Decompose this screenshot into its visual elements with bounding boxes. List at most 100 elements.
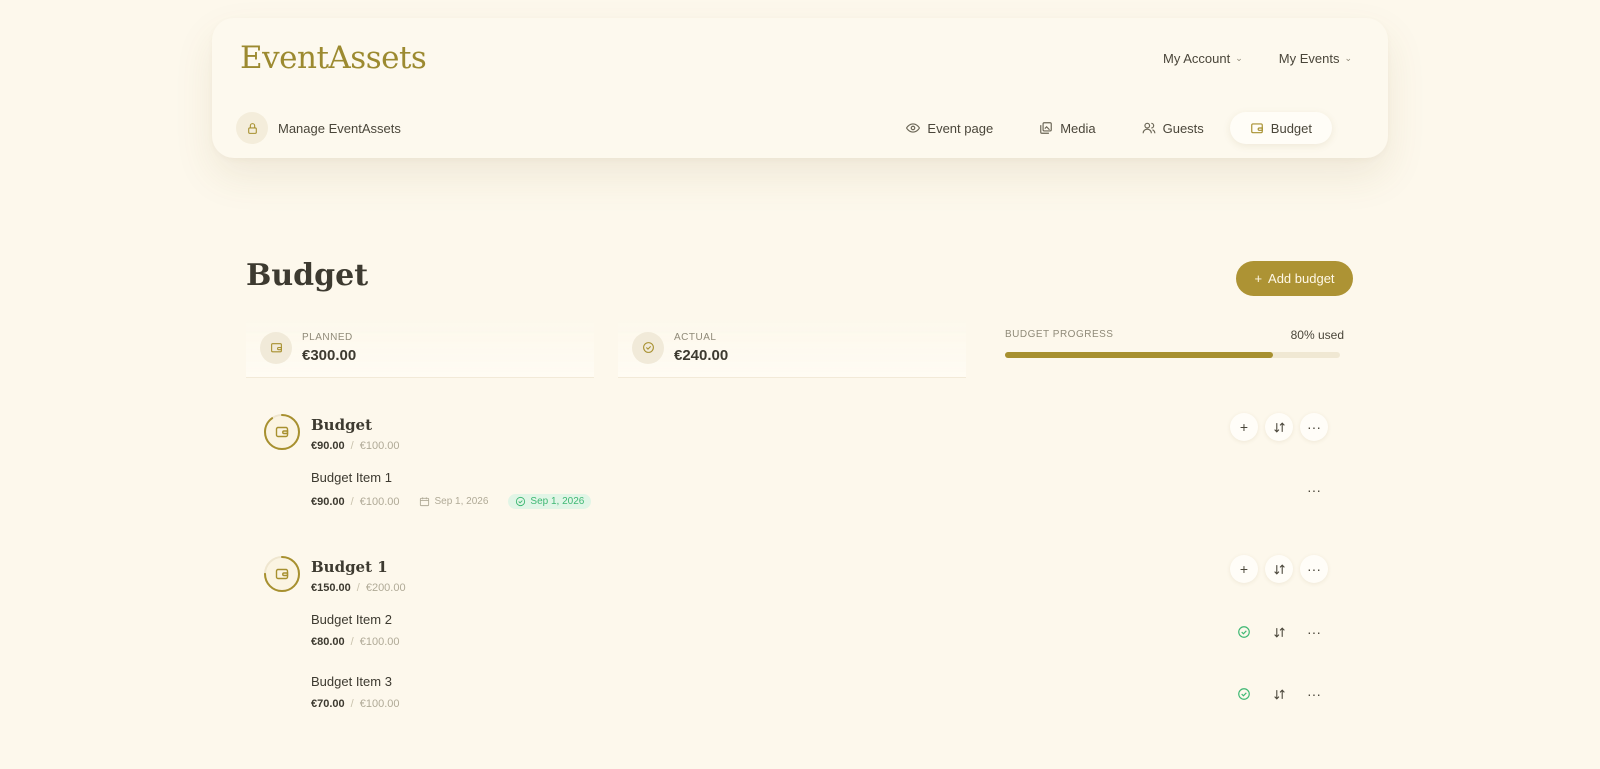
actual-stat: ACTUAL €240.00 xyxy=(618,318,966,378)
planned-amount: €100.00 xyxy=(359,440,400,452)
check-circle-icon xyxy=(516,496,526,507)
more-button[interactable]: ··· xyxy=(1300,476,1328,504)
planned-amount: €100.00 xyxy=(359,698,400,710)
budget-item-name: Budget Item 3 xyxy=(311,674,392,689)
sort-icon xyxy=(1273,421,1285,433)
mark-paid-button[interactable] xyxy=(1230,618,1258,646)
check-circle-icon xyxy=(1238,688,1250,700)
actual-amount: €150.00 xyxy=(311,582,351,594)
budget-group-name: Budget 1 xyxy=(311,558,388,576)
budget-item: Budget Item 1 €90.00/€100.00 Sep 1, 2026… xyxy=(250,458,1344,520)
sort-button[interactable] xyxy=(1265,555,1293,583)
paid-badge: Sep 1, 2026 xyxy=(508,494,592,509)
progress-used-text: 80% used xyxy=(1290,328,1344,342)
actual-value: €240.00 xyxy=(674,346,729,364)
progress-track xyxy=(1005,352,1340,358)
budget-group-amounts: €150.00/€200.00 xyxy=(311,582,406,594)
due-date: Sep 1, 2026 xyxy=(419,496,488,507)
tab-media[interactable]: Media xyxy=(1019,112,1115,144)
budget-group-amounts: €90.00/€100.00 xyxy=(311,440,400,452)
chevron-down-icon: ⌄ xyxy=(1235,53,1243,63)
budget-group-name: Budget xyxy=(311,416,373,434)
plus-icon: + xyxy=(1239,561,1249,577)
wallet-icon xyxy=(1250,121,1264,135)
media-icon xyxy=(1039,121,1053,135)
sort-button[interactable] xyxy=(1265,413,1293,441)
budget-group-actions: + ··· xyxy=(1230,413,1328,441)
page-title: Budget xyxy=(246,258,369,293)
more-icon: ··· xyxy=(1307,482,1321,498)
add-item-button[interactable]: + xyxy=(1230,413,1258,441)
more-button[interactable]: ··· xyxy=(1300,680,1328,708)
budget-group: Budget 1 €150.00/€200.00 + ··· Budget It… xyxy=(250,538,1344,724)
budget-groups: Budget €90.00/€100.00 + ··· Budget Item … xyxy=(250,396,1344,724)
more-icon: ··· xyxy=(1307,561,1321,577)
tab-label: Media xyxy=(1060,120,1096,136)
mark-paid-button[interactable] xyxy=(1230,680,1258,708)
my-account-label: My Account xyxy=(1163,51,1231,66)
tab-label: Event page xyxy=(927,120,994,136)
actual-amount: €90.00 xyxy=(311,440,345,452)
planned-amount: €100.00 xyxy=(359,495,400,508)
chevron-down-icon: ⌄ xyxy=(1344,53,1352,63)
sort-icon xyxy=(1273,563,1285,575)
budget-progress: BUDGET PROGRESS 80% used xyxy=(1005,318,1344,378)
budget-item-name: Budget Item 1 xyxy=(311,470,392,485)
sort-button[interactable] xyxy=(1265,680,1293,708)
sort-button[interactable] xyxy=(1265,618,1293,646)
app-logo[interactable]: EventAssets xyxy=(240,40,427,76)
my-events-label: My Events xyxy=(1278,51,1340,66)
planned-amount: €100.00 xyxy=(359,636,400,648)
header-card: EventAssets My Account ⌄ My Events ⌄ Man… xyxy=(212,18,1388,158)
budget-summary: PLANNED €300.00 ACTUAL €240.00 BUDGET PR… xyxy=(246,318,1344,378)
budget-progress-ring xyxy=(264,414,300,450)
top-nav: My Account ⌄ My Events ⌄ xyxy=(1163,51,1352,66)
manage-label: Manage EventAssets xyxy=(278,120,401,136)
due-date-text: Sep 1, 2026 xyxy=(434,496,489,507)
paid-date-text: Sep 1, 2026 xyxy=(530,496,585,507)
budget-group-header: Budget 1 €150.00/€200.00 + ··· xyxy=(250,538,1344,600)
progress-label: BUDGET PROGRESS xyxy=(1005,329,1114,340)
budget-item: Budget Item 3 €70.00/€100.00 ··· xyxy=(250,662,1344,724)
add-budget-button[interactable]: + Add budget xyxy=(1236,261,1353,296)
budget-group-header: Budget €90.00/€100.00 + ··· xyxy=(250,396,1344,458)
planned-label: PLANNED xyxy=(302,331,353,343)
progress-fill xyxy=(1005,352,1273,358)
tab-budget[interactable]: Budget xyxy=(1229,112,1332,144)
check-circle-icon xyxy=(1238,626,1250,638)
more-icon: ··· xyxy=(1307,624,1321,640)
budget-item-amounts: €90.00/€100.00 Sep 1, 2026 Sep 1, 2026 xyxy=(311,494,592,509)
budget-item-amounts: €80.00/€100.00 xyxy=(311,636,400,648)
more-icon: ··· xyxy=(1307,419,1321,435)
tab-label: Budget xyxy=(1270,120,1312,136)
budget-progress-ring xyxy=(264,556,300,592)
tab-label: Guests xyxy=(1162,120,1204,136)
check-circle-icon xyxy=(632,331,664,364)
sort-icon xyxy=(1273,626,1285,638)
budget-item-name: Budget Item 2 xyxy=(311,612,392,627)
manage-eventassets-link[interactable]: Manage EventAssets xyxy=(236,112,401,144)
eye-icon xyxy=(906,121,921,135)
calendar-icon xyxy=(420,497,430,507)
my-account-menu[interactable]: My Account ⌄ xyxy=(1163,51,1243,66)
more-button[interactable]: ··· xyxy=(1300,618,1328,646)
tab-event-page[interactable]: Event page xyxy=(886,112,1013,144)
plus-icon: + xyxy=(1239,419,1249,435)
guests-icon xyxy=(1142,121,1156,135)
add-item-button[interactable]: + xyxy=(1230,555,1258,583)
planned-stat: PLANNED €300.00 xyxy=(246,318,594,378)
actual-amount: €70.00 xyxy=(311,698,345,710)
tab-guests[interactable]: Guests xyxy=(1122,112,1224,144)
more-button[interactable]: ··· xyxy=(1300,555,1328,583)
actual-label: ACTUAL xyxy=(674,331,717,343)
wallet-icon xyxy=(260,331,292,364)
more-button[interactable]: ··· xyxy=(1300,413,1328,441)
more-icon: ··· xyxy=(1307,686,1321,702)
event-tabs: Event page Media Guests Budget xyxy=(886,112,1332,144)
my-events-menu[interactable]: My Events ⌄ xyxy=(1279,51,1352,66)
budget-item-amounts: €70.00/€100.00 xyxy=(311,698,400,710)
budget-item-actions: ··· xyxy=(1230,680,1328,708)
actual-amount: €80.00 xyxy=(311,636,345,648)
add-budget-label: Add budget xyxy=(1268,271,1335,286)
planned-amount: €200.00 xyxy=(365,582,406,594)
